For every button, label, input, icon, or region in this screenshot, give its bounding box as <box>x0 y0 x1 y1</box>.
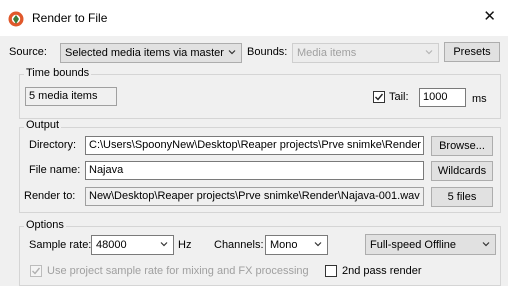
check-icon <box>32 267 41 275</box>
bounds-label: Bounds: <box>247 46 288 58</box>
presets-button[interactable]: Presets <box>444 42 500 62</box>
time-bounds-group-label: Time bounds <box>24 67 92 79</box>
source-dropdown[interactable]: Selected media items via master <box>60 43 242 63</box>
project-rate-label: Use project sample rate for mixing and F… <box>47 265 309 277</box>
reaper-app-icon <box>8 11 24 27</box>
source-value: Selected media items via master <box>65 47 224 59</box>
check-icon <box>375 93 384 101</box>
bounds-dropdown: Media items <box>292 43 439 63</box>
tail-input[interactable]: 1000 <box>419 88 466 107</box>
chevron-down-icon <box>228 50 236 55</box>
sample-rate-value: 48000 <box>96 239 127 251</box>
chevron-down-icon <box>314 242 322 247</box>
renderto-label: Render to: <box>24 190 76 202</box>
directory-label: Directory: <box>29 139 77 151</box>
window-title: Render to File <box>32 11 108 25</box>
tail-unit: ms <box>472 93 487 105</box>
output-group-label: Output <box>24 119 62 131</box>
bounds-value: Media items <box>297 47 357 59</box>
chevron-down-icon <box>160 242 168 247</box>
filename-input[interactable]: Najava <box>85 161 424 180</box>
chevron-down-icon <box>425 50 433 55</box>
channels-label: Channels: <box>214 239 264 251</box>
sample-rate-label: Sample rate: <box>29 239 92 251</box>
sample-rate-unit: Hz <box>178 239 192 251</box>
tail-label: Tail: <box>389 91 409 103</box>
channels-value: Mono <box>270 239 298 251</box>
wildcards-button[interactable]: Wildcards <box>431 161 493 181</box>
second-pass-label: 2nd pass render <box>342 265 422 277</box>
source-label: Source: <box>9 46 47 58</box>
project-rate-checkbox <box>30 265 42 277</box>
tail-checkbox[interactable] <box>373 91 385 103</box>
options-group-label: Options <box>24 219 66 231</box>
renderto-path: New\Desktop\Reaper projects\Prve snimke\… <box>85 187 424 206</box>
sample-rate-dropdown[interactable]: 48000 <box>91 235 174 255</box>
second-pass-checkbox[interactable] <box>325 265 337 277</box>
channels-dropdown[interactable]: Mono <box>265 235 328 255</box>
media-items-count: 5 media items <box>25 87 117 106</box>
directory-input[interactable]: C:\Users\SpoonyNew\Desktop\Reaper projec… <box>85 136 424 155</box>
chevron-down-icon <box>482 242 490 247</box>
render-mode-value: Full-speed Offline <box>370 239 457 251</box>
render-mode-dropdown[interactable]: Full-speed Offline <box>365 234 496 255</box>
filename-label: File name: <box>29 164 81 176</box>
close-icon[interactable]: ✕ <box>483 9 496 24</box>
browse-button[interactable]: Browse... <box>431 136 493 156</box>
title-bar: Render to File ✕ <box>0 0 508 36</box>
files-count-button[interactable]: 5 files <box>431 187 493 207</box>
